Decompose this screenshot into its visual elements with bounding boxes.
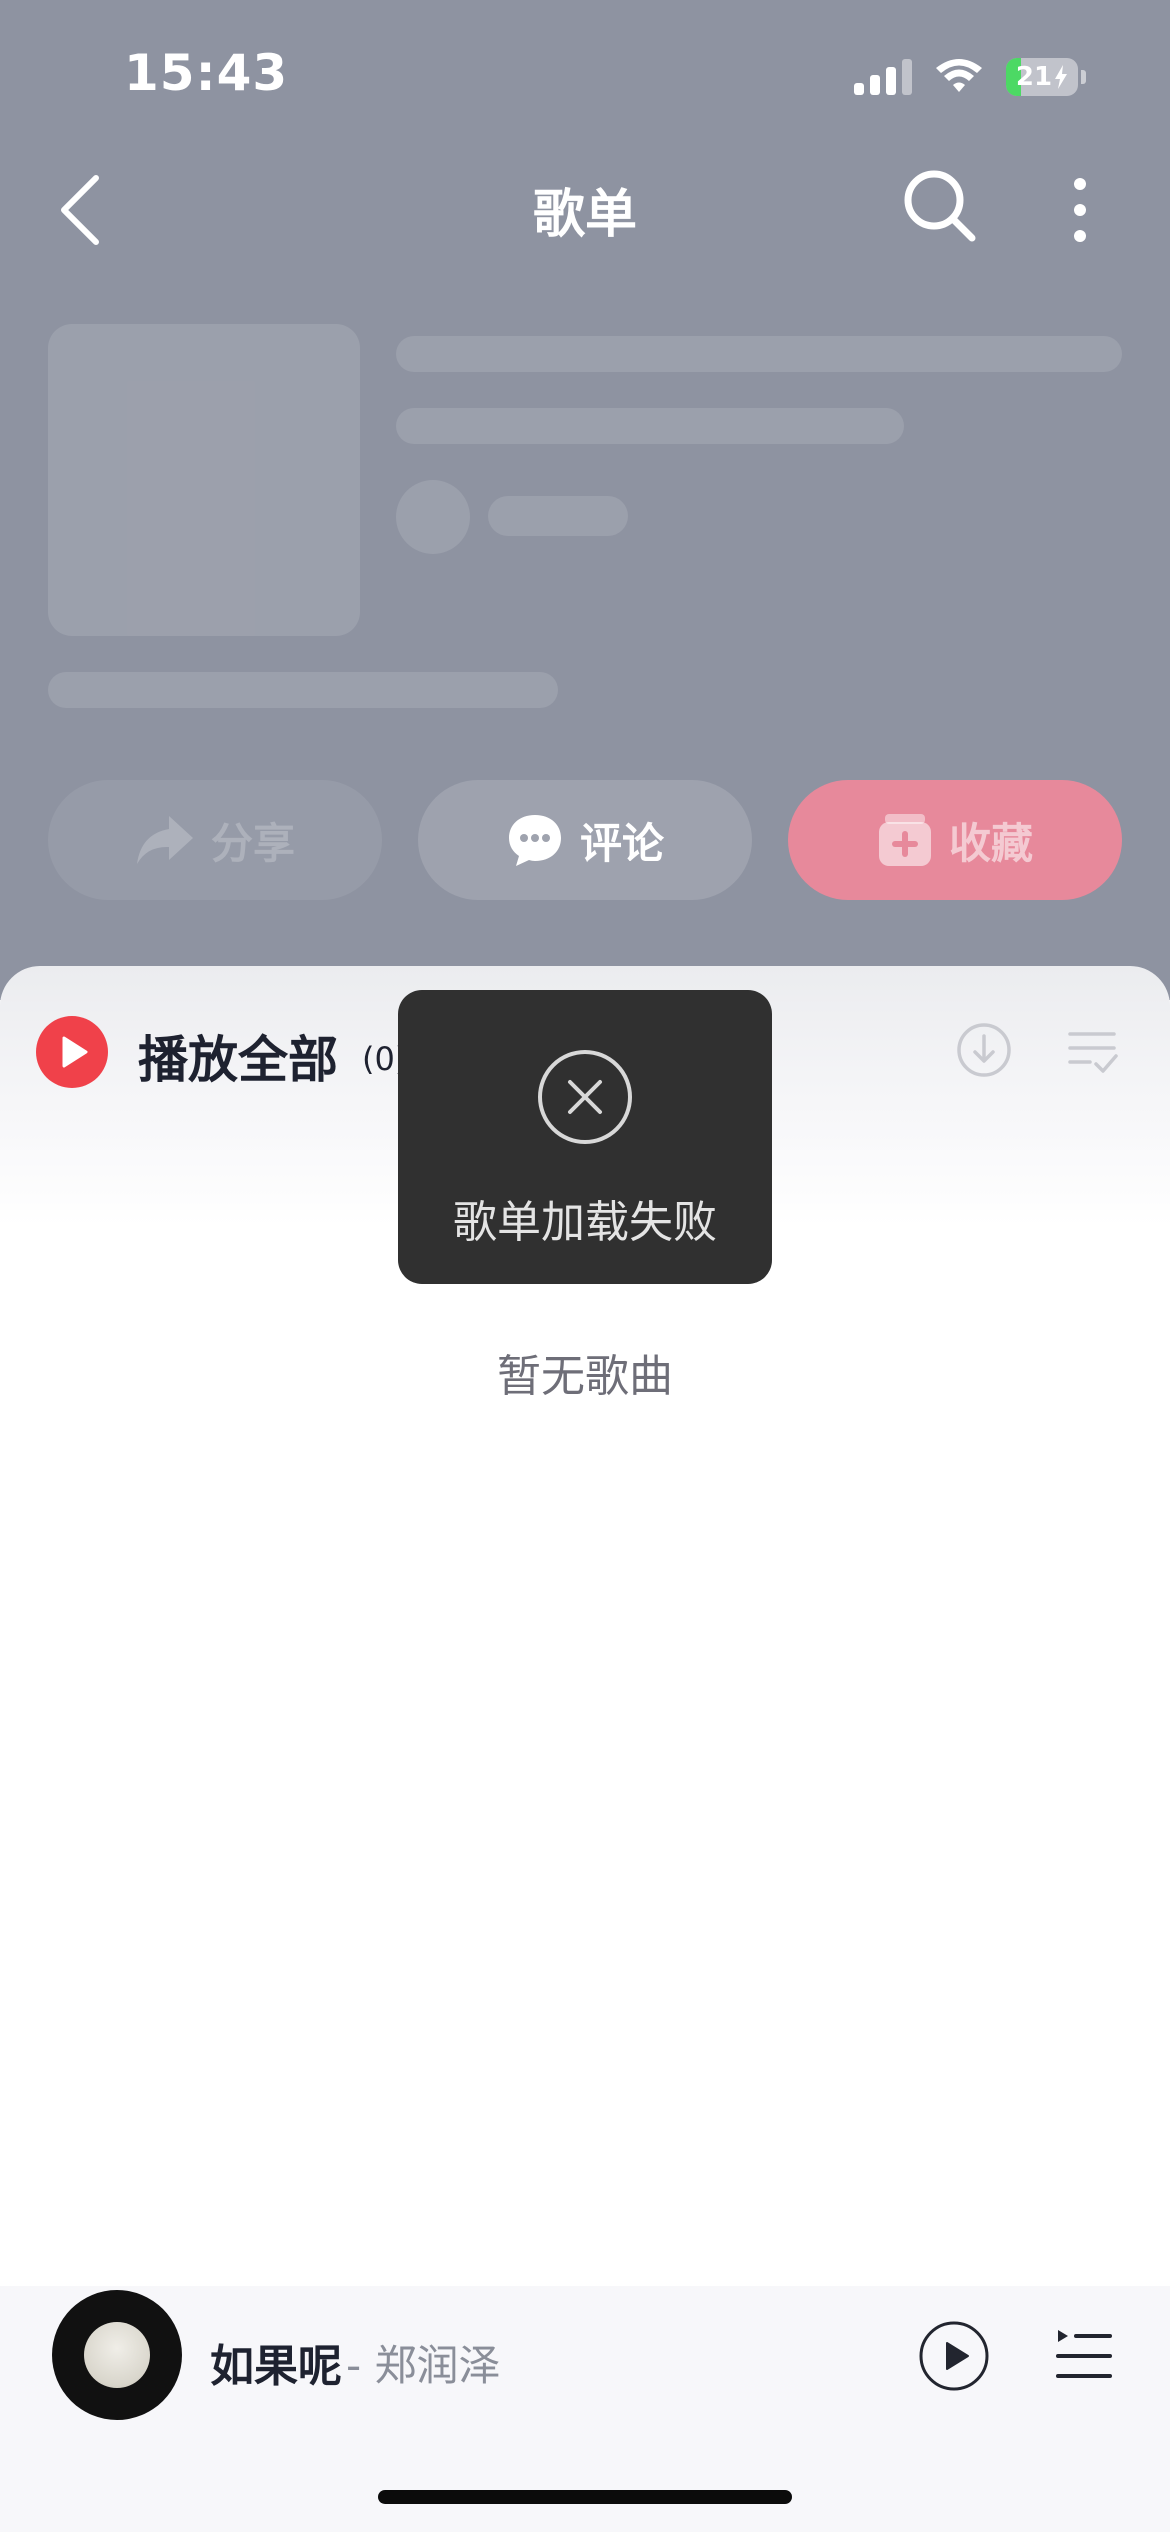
share-label: 分享 [210, 818, 295, 868]
status-icons: 21 [854, 52, 1086, 102]
play-all-button[interactable]: 播放全部 [138, 1020, 338, 1092]
battery-indicator: 21 [1006, 58, 1086, 96]
home-indicator [378, 2490, 792, 2504]
collect-button[interactable]: 收藏 [788, 780, 1122, 900]
comment-label: 评论 [579, 818, 664, 868]
play-all-icon[interactable] [36, 1016, 108, 1088]
status-time: 15:43 [124, 44, 289, 102]
close-circle-icon [538, 1050, 632, 1144]
share-button[interactable]: 分享 [48, 780, 382, 900]
now-playing-title[interactable]: 如果呢 [210, 2330, 342, 2394]
creator-name-placeholder [488, 496, 628, 536]
more-icon[interactable] [1060, 170, 1100, 250]
now-playing-artist: - 郑润泽 [346, 2341, 501, 2390]
download-icon[interactable] [956, 1022, 1012, 1078]
signal-icon [854, 59, 912, 95]
empty-state-text: 暂无歌曲 [497, 1351, 673, 1402]
charging-bolt-icon [1055, 65, 1068, 89]
comment-icon [508, 815, 561, 866]
comment-button[interactable]: 评论 [418, 780, 752, 900]
page-title: 歌单 [532, 185, 637, 245]
collect-icon [878, 814, 931, 866]
toast-message: 歌单加载失败 [453, 1197, 717, 1248]
cover-placeholder [48, 324, 360, 636]
title-placeholder [396, 336, 1122, 372]
share-icon [136, 816, 193, 864]
error-toast: 歌单加载失败 [398, 990, 772, 1284]
multiselect-icon[interactable] [1066, 1026, 1118, 1078]
search-icon[interactable] [902, 168, 978, 244]
battery-level: 21 [1015, 62, 1053, 92]
collect-label: 收藏 [948, 818, 1033, 868]
subtitle-placeholder [396, 408, 904, 444]
album-art [84, 2322, 150, 2388]
play-icon[interactable] [918, 2320, 990, 2392]
playlist-icon[interactable] [1054, 2326, 1114, 2386]
description-placeholder [48, 672, 558, 708]
wifi-icon [936, 59, 982, 92]
battery-icon: 21 [1006, 58, 1078, 96]
avatar-placeholder [396, 480, 470, 554]
